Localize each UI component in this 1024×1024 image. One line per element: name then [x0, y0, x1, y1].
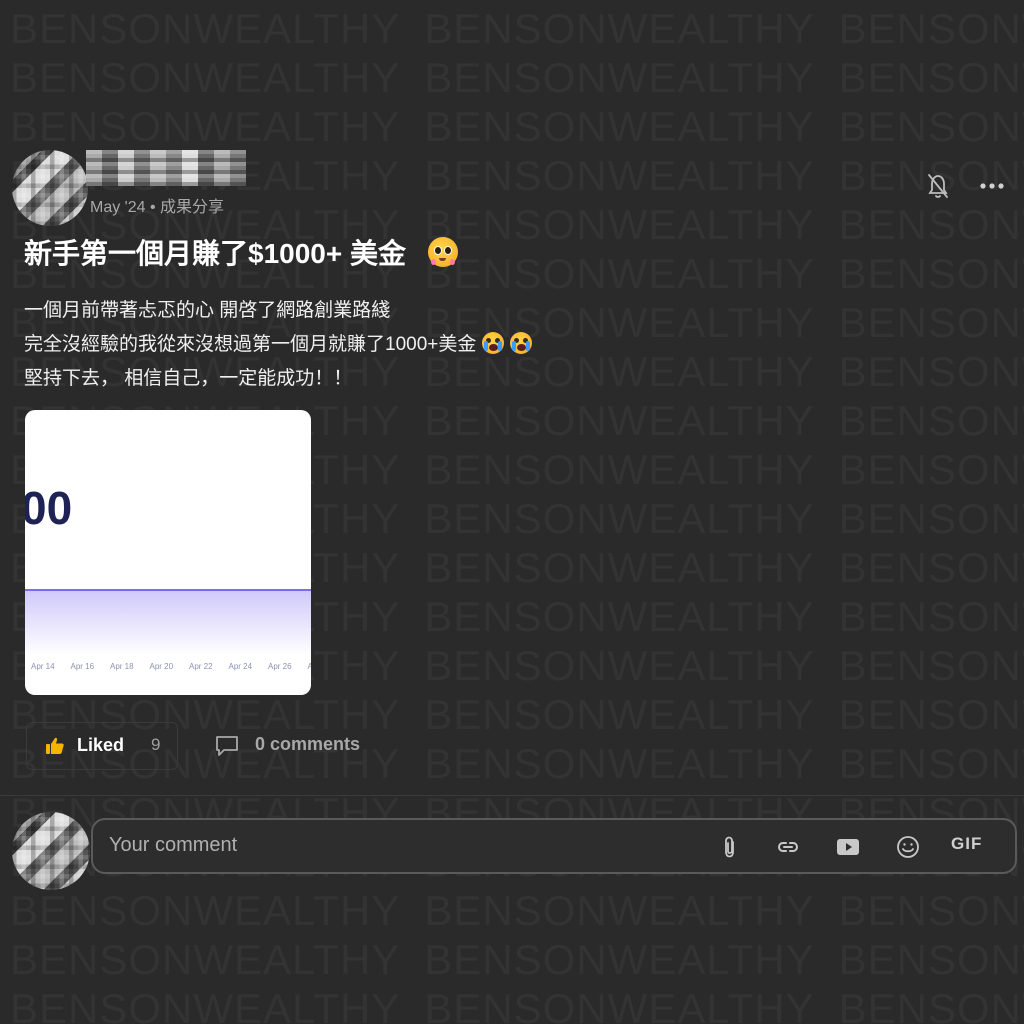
earnings-chart-image: 00 Apr 14 Apr 16 Apr 18 Apr 20 Apr 22 Apr 24 A… — [25, 482, 311, 671]
chart-x-tick-label: Apr 18 — [110, 662, 134, 671]
chart-x-tick-label: Apr 16 — [71, 662, 95, 671]
author-name-redacted[interactable] — [86, 150, 246, 186]
like-label: Liked — [77, 735, 125, 755]
chart-x-tick-label: A — [308, 662, 312, 671]
comment-icon — [216, 736, 238, 756]
post-body-line-1: 一個月前帶著忐忑的心 開啓了網路創業路綫 — [24, 300, 391, 321]
chart-area — [25, 590, 311, 655]
emoji-icon[interactable] — [895, 834, 921, 860]
chart-big-value: 00 — [25, 482, 72, 534]
comments-count-label: 0 comments — [255, 734, 361, 754]
current-user-avatar[interactable] — [12, 812, 90, 890]
gif-button[interactable]: GIF — [951, 834, 982, 854]
link-icon[interactable] — [775, 834, 801, 860]
loudly-crying-face-emoji — [482, 332, 505, 354]
thumbs-up-icon — [46, 737, 64, 754]
post-image-attachment[interactable]: 00 Apr 14 Apr 16 Apr 18 Apr 20 Apr 22 Apr 24 A… — [25, 410, 311, 695]
chart-x-tick-label: Apr 26 — [268, 662, 292, 671]
chart-x-tick-label: Apr 20 — [150, 662, 174, 671]
chart-x-tick-label: Apr 14 — [31, 662, 55, 671]
chart-x-ticks: Apr 14 Apr 16 Apr 18 Apr 20 Apr 22 Apr 24 Apr … — [31, 662, 311, 671]
attach-icon[interactable] — [717, 834, 743, 860]
author-avatar[interactable] — [12, 150, 88, 226]
like-button[interactable]: Liked 9 — [26, 722, 178, 770]
post-title: 新手第一個月賺了$1000+ 美金 — [24, 232, 458, 272]
post-meta: May '24 • 成果分享 — [90, 199, 225, 216]
loudly-crying-face-emoji — [510, 332, 533, 354]
post-title-text: 新手第一個月賺了$1000+ 美金 — [24, 238, 406, 269]
bell-off-icon[interactable] — [926, 172, 950, 200]
comment-placeholder: Your comment — [109, 834, 238, 856]
like-count[interactable]: 9 — [151, 735, 160, 755]
page: BENSONWEALTHYBENSONWEALTHYBENSONWEALTHYB… — [0, 0, 1024, 1024]
pleading-face-emoji — [427, 237, 458, 267]
chart-x-tick-label: Apr 22 — [189, 662, 213, 671]
comment-input[interactable]: Your comment GIF — [91, 818, 1017, 874]
post-body-line-2: 完全沒經驗的我從來沒想過第一個月就賺了1000+美金 — [24, 328, 533, 362]
post-container: May '24 • 成果分享 新手第一個月賺了$1000+ 美金 一個月前帶著忐… — [0, 0, 1024, 1024]
video-icon[interactable] — [835, 834, 861, 860]
post-body-line-3: 堅持下去， 相信自己，一定能成功！！ — [24, 368, 353, 389]
post-body: 一個月前帶著忐忑的心 開啓了網路創業路綫 完全沒經驗的我從來沒想過第一個月就賺了… — [24, 294, 533, 396]
more-horizontal-icon[interactable] — [978, 176, 1006, 196]
post-body-line-2-text: 完全沒經驗的我從來沒想過第一個月就賺了1000+美金 — [24, 334, 477, 355]
chart-x-tick-label: Apr 24 — [229, 662, 253, 671]
divider — [0, 795, 1024, 796]
